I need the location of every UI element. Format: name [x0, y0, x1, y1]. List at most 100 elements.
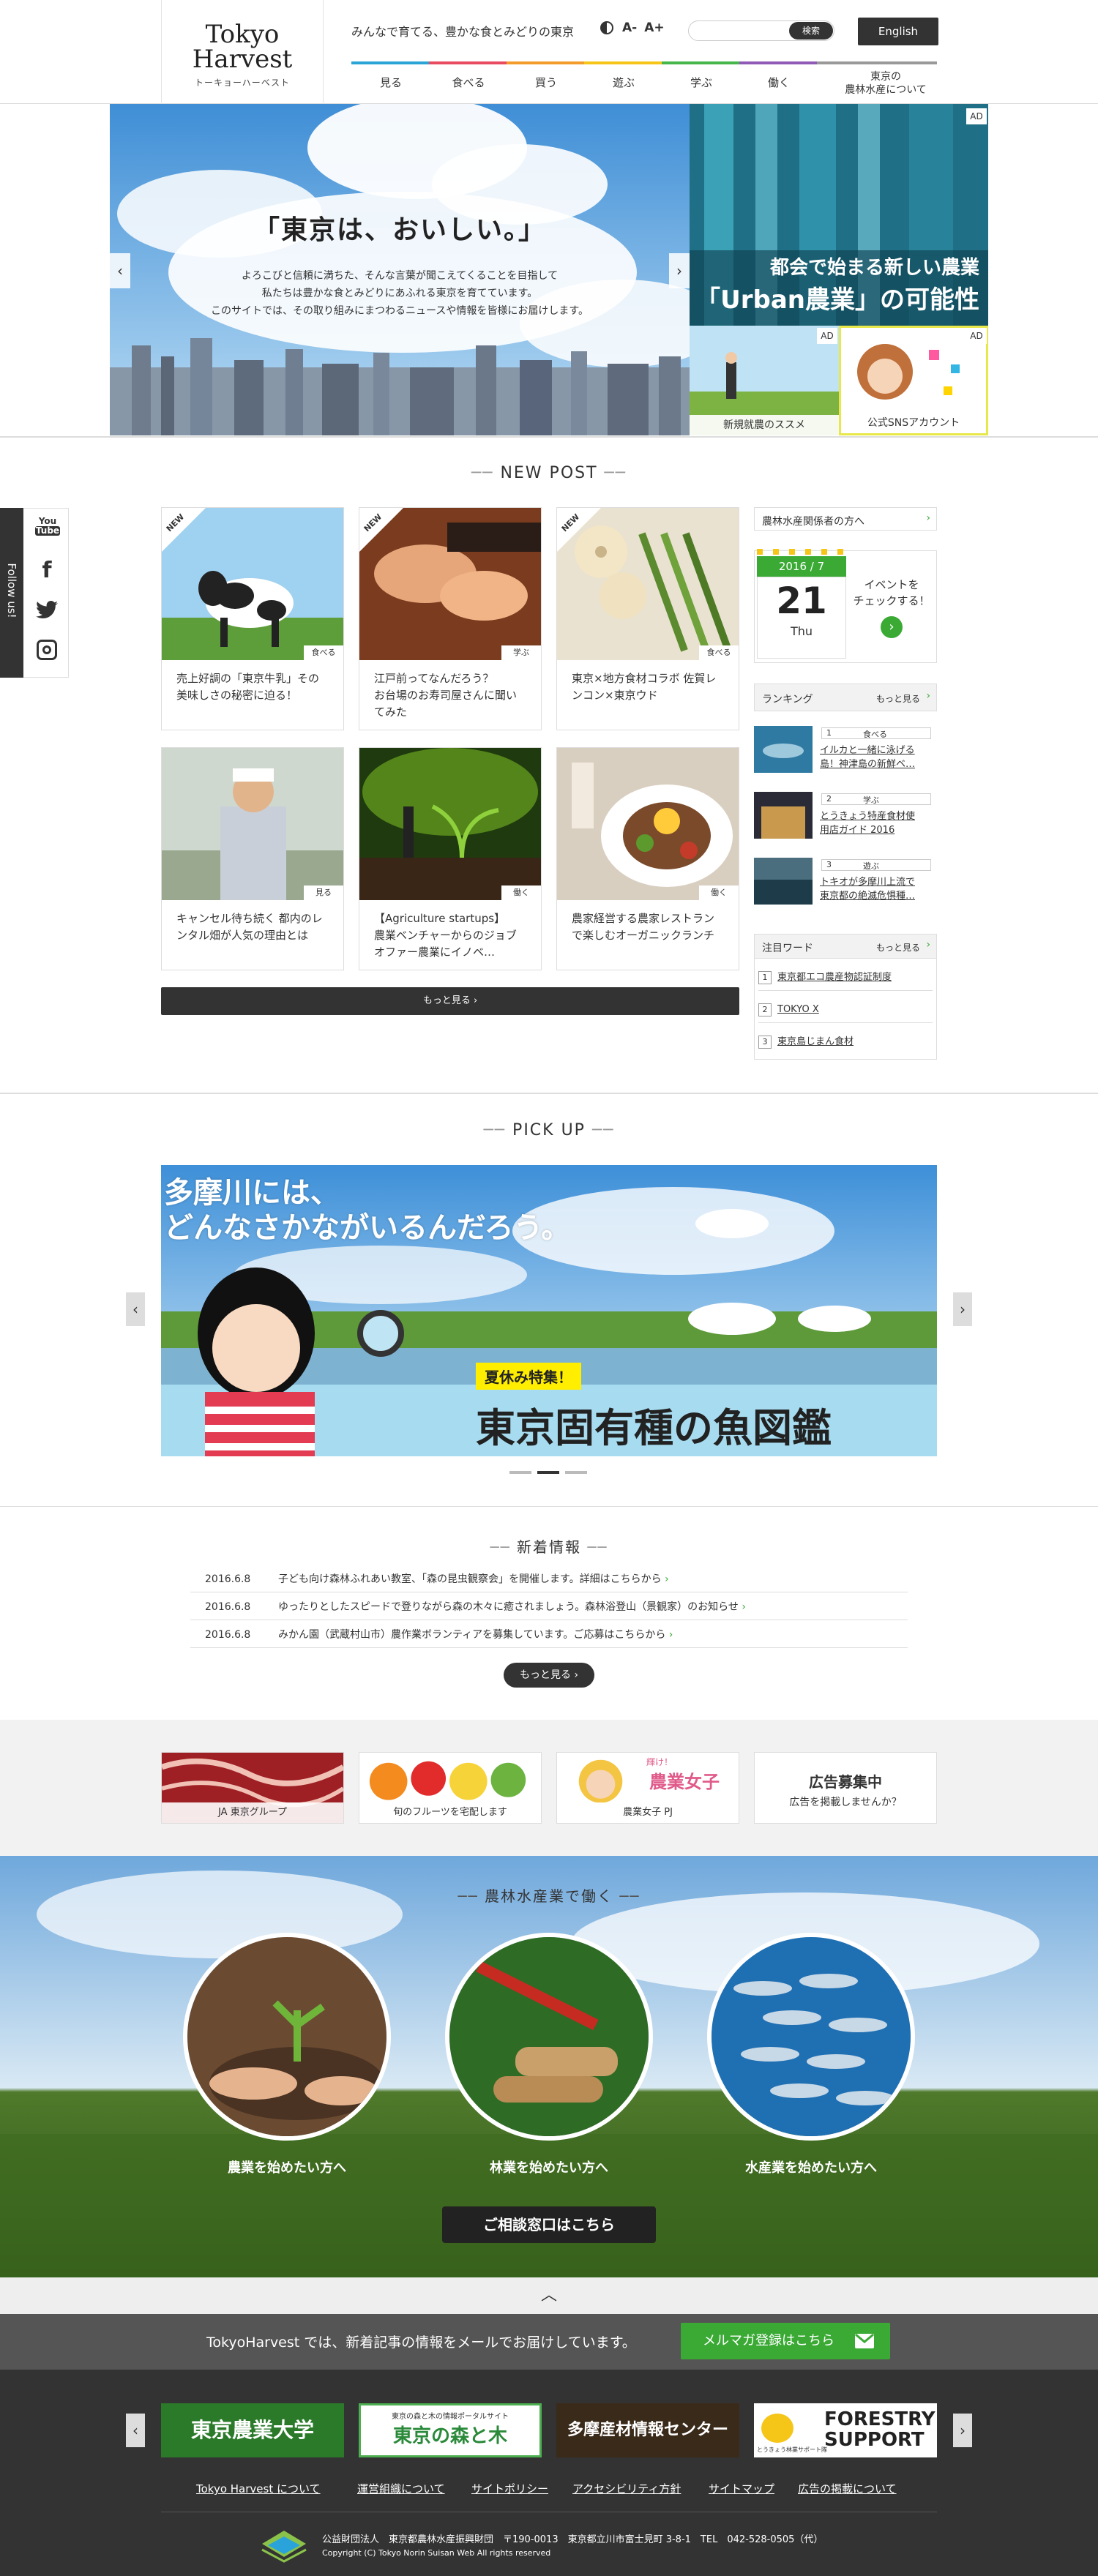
pickup-headline-line: どんなさかながいるんだろう。: [164, 1211, 571, 1245]
footer-banner-forestry-support[interactable]: とうきょう林業サポート隊 FORESTRY SUPPORT: [754, 2403, 937, 2457]
nav-work[interactable]: 働く: [741, 63, 817, 104]
contrast-icon[interactable]: [600, 21, 613, 34]
ad-tag: AD: [966, 108, 987, 124]
work-forestry-circle[interactable]: [445, 1933, 653, 2141]
footer-link-ads[interactable]: 広告の掲載について: [798, 2481, 897, 2496]
consult-button[interactable]: ご相談窓口はこちら: [442, 2206, 656, 2243]
post-card[interactable]: NEW 食べる 東京×地方食材コラボ 佐賀レ ンコン×東京ウド: [556, 507, 739, 730]
new-post-title-text: NEW POST: [500, 464, 598, 482]
work-agriculture-circle[interactable]: [183, 1933, 391, 2141]
envelope-icon: [855, 2334, 874, 2348]
post-title-line: 売上好調の「東京牛乳」その: [176, 672, 320, 685]
footer-banner-tama-wood[interactable]: 多摩産材情報センター: [556, 2403, 739, 2457]
youtube-icon[interactable]: You Tube: [35, 517, 60, 536]
nav-see[interactable]: 見る: [353, 63, 429, 104]
pickup-tag: 夏休み特集！: [476, 1363, 581, 1390]
ad-new-farming-caption: 新規就農のススメ: [690, 415, 839, 435]
news-item[interactable]: 2016.6.8 子ども向け森林ふれあい教室、「森の昆虫観察会」を開催します。詳細…: [190, 1566, 908, 1592]
font-size-controls: A- A+: [600, 20, 665, 35]
for-professionals-link[interactable]: 農林水産関係者の方へ ›: [754, 507, 937, 531]
pickup-dot[interactable]: [509, 1471, 531, 1474]
ranking-category: 遊ぶ: [863, 861, 879, 871]
keyword-item[interactable]: 2 TOKYO X: [758, 997, 933, 1023]
news-item[interactable]: 2016.6.8 ゆったりとしたスピードで登りながら森の木々に癒されましょう。森林…: [190, 1594, 908, 1620]
keywords-more-link[interactable]: もっと見る: [876, 941, 920, 954]
calendar-page: 21 Thu: [757, 577, 846, 659]
work-fishery-circle[interactable]: [707, 1933, 915, 2141]
post-category: 働く: [699, 886, 739, 900]
hero-text-line1: よろこびと信頼に満ちた、そんな言葉が聞こえてくることを目指して: [241, 270, 559, 282]
facebook-icon[interactable]: f: [38, 559, 56, 583]
footer-banner-agri-univ[interactable]: 東京農業大学: [161, 2403, 344, 2457]
pickup-title-text: PICK UP: [512, 1121, 586, 1139]
foundation-logo-icon: [261, 2529, 307, 2563]
instagram-icon[interactable]: [37, 640, 57, 660]
hero-prev-button[interactable]: ‹: [110, 253, 130, 288]
footer-link-accessibility[interactable]: アクセシビリティ方針: [572, 2481, 681, 2496]
hero-next-button[interactable]: ›: [669, 253, 690, 288]
site-logo[interactable]: Tokyo Harvest トーキョーハーベスト: [161, 0, 324, 104]
font-larger-button[interactable]: A+: [644, 20, 664, 35]
pickup-dot-active[interactable]: [537, 1471, 559, 1474]
post-title-line: 農業ベンチャーからのジョブ: [374, 929, 517, 942]
nav-eat[interactable]: 食べる: [430, 63, 507, 104]
keyword-item[interactable]: 3 東京島じまん食材: [758, 1029, 933, 1055]
post-title-line: オファー農業にイノベ…: [374, 946, 496, 959]
footer-banner-forest-wood[interactable]: 東京の森と木の情報ポータルサイト 東京の森と木: [359, 2403, 542, 2457]
mail-signup-button[interactable]: メルマガ登録はこちら: [681, 2323, 890, 2359]
ranking-header: ランキング もっと見る ›: [754, 684, 937, 711]
keyword-item[interactable]: 1 東京都エコ農産物認証制度: [758, 965, 933, 991]
news-more-button[interactable]: もっと見る ›: [504, 1663, 594, 1688]
search-button[interactable]: 検索: [789, 22, 833, 40]
nav-buy[interactable]: 買う: [508, 63, 584, 104]
news-item[interactable]: 2016.6.8 みかん園（武蔵村山市）農作業ボランティアを募集しています。ご応募…: [190, 1622, 908, 1648]
pickup-banner[interactable]: 多摩川には、 どんなさかながいるんだろう。 夏休み特集！ 東京固有種の魚図鑑: [161, 1165, 937, 1456]
footer-link-policy[interactable]: サイトポリシー: [471, 2481, 548, 2496]
banner-label: 旬のフルーツを宅配します: [359, 1802, 541, 1823]
keyword-num: 3: [758, 1036, 772, 1049]
logo-kana: トーキョーハーベスト: [194, 78, 290, 88]
ranking-item[interactable]: 2 学ぶ とうきょう特産食材使 用店ガイド 2016: [754, 790, 937, 842]
post-category: 学ぶ: [501, 645, 541, 660]
post-card[interactable]: 見る キャンセル待ち続く 都内のレ ンタル畑が人気の理由とは: [161, 747, 344, 970]
hero-text-line3: このサイトでは、その取り組みにまつわるニュースや情報を皆様にお届けします。: [211, 305, 589, 317]
work-agriculture-label[interactable]: 農業を始めたい方へ: [177, 2157, 397, 2176]
twitter-icon[interactable]: [35, 600, 59, 621]
ranking-category: 食べる: [863, 730, 887, 739]
banner-fruits[interactable]: 旬のフルーツを宅配します: [359, 1752, 542, 1824]
footer-link-org[interactable]: 運営組織について: [357, 2481, 445, 2496]
ranking-item[interactable]: 3 遊ぶ トキオが多摩川上流で 東京都の絶滅危惧種…: [754, 856, 937, 907]
post-title-line: 東京×地方食材コラボ 佐賀レ: [572, 672, 717, 685]
event-arrow-button[interactable]: ›: [881, 616, 903, 638]
back-to-top-button[interactable]: ︿: [0, 2277, 1098, 2314]
font-smaller-button[interactable]: A-: [622, 20, 637, 35]
post-card[interactable]: 働く 農家経営する農家レストラン で楽しむオーガニックランチ: [556, 747, 739, 970]
footer-banner-prev-button[interactable]: ‹: [126, 2414, 145, 2447]
pickup-prev-button[interactable]: ‹: [126, 1292, 145, 1326]
banner-ja-tokyo[interactable]: JA 東京グループ: [161, 1752, 344, 1824]
banner-overlay-small: 輝け！: [646, 1757, 673, 1767]
footer-link-about[interactable]: Tokyo Harvest について: [196, 2481, 321, 2496]
post-card[interactable]: 働く 【Agriculture startups】 農業ベンチャーからのジョブ オフ…: [359, 747, 542, 970]
nav-about[interactable]: 東京の 農林水産について: [842, 70, 930, 97]
nav-about-line1: 東京の: [870, 71, 901, 83]
banner-nogyo-joshi[interactable]: 輝け！ 農業女子 農業女子 PJ: [556, 1752, 739, 1824]
post-card[interactable]: NEW 学ぶ 江戸前ってなんだろう？ お台場のお寿司屋さんに聞い てみた: [359, 507, 542, 730]
ranking-more-link[interactable]: もっと見る: [876, 692, 920, 705]
news-text: 子ども向け森林ふれあい教室、「森の昆虫観察会」を開催します。詳細はこちらから: [278, 1573, 662, 1585]
nav-play[interactable]: 遊ぶ: [586, 63, 662, 104]
work-fishery-label[interactable]: 水産業を始めたい方へ: [701, 2157, 921, 2176]
post-card[interactable]: NEW 食べる 売上好調の「東京牛乳」その 美味しさの秘密に迫る！: [161, 507, 344, 730]
ranking-item[interactable]: 1 食べる イルカと一緒に泳げる 島！神津島の新鮮ベ…: [754, 724, 937, 776]
pickup-dot[interactable]: [565, 1471, 587, 1474]
nav-learn[interactable]: 学ぶ: [663, 63, 739, 104]
new-post-more-label: もっと見る: [422, 995, 471, 1006]
work-forestry-label[interactable]: 林業を始めたい方へ: [439, 2157, 659, 2176]
footer-banner-next-button[interactable]: ›: [953, 2414, 972, 2447]
ad-urban-line1: 都会で始まる新しい農業: [769, 257, 979, 279]
pickup-next-button[interactable]: ›: [953, 1292, 972, 1326]
banner-ad-recruit[interactable]: 広告募集中 広告を掲載しませんか？: [754, 1752, 937, 1824]
english-button[interactable]: English: [858, 18, 938, 45]
new-post-more-button[interactable]: もっと見る ›: [161, 987, 739, 1015]
footer-link-sitemap[interactable]: サイトマップ: [709, 2481, 774, 2496]
